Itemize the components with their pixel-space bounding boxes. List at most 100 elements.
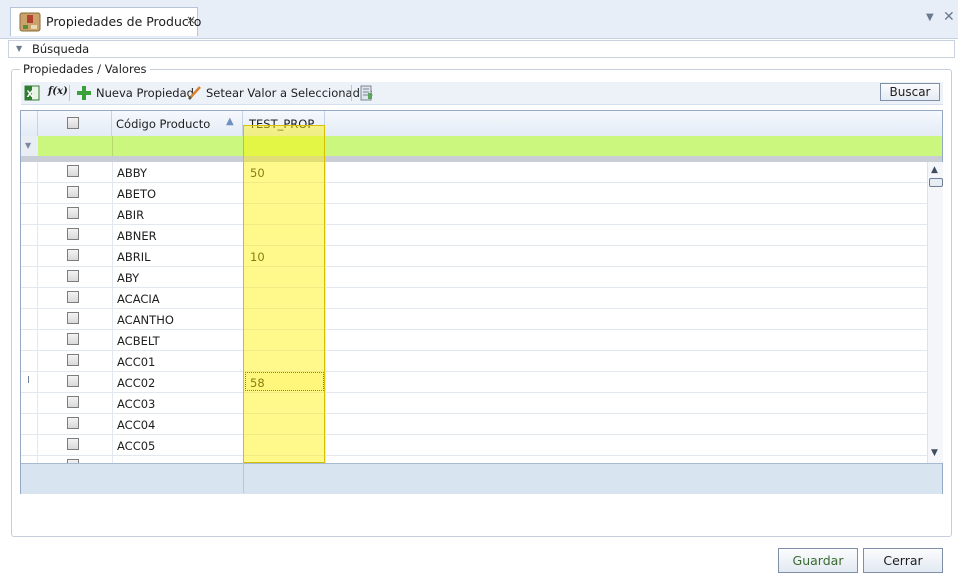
product-code: ACACIA	[117, 292, 160, 306]
product-code: ACC04	[117, 418, 156, 432]
row-indicator	[21, 204, 38, 225]
row-checkbox[interactable]	[67, 375, 79, 387]
text-cursor-icon: I	[27, 375, 30, 386]
tab-menu-dropdown-icon[interactable]: ▼	[926, 12, 934, 23]
product-code: ABIR	[117, 208, 145, 222]
table-row[interactable]: ABBY 50	[21, 162, 927, 183]
toolbar-separator	[351, 85, 352, 101]
row-indicator	[21, 330, 38, 351]
pencil-icon[interactable]	[187, 85, 203, 101]
table-row[interactable]: ABRIL 10	[21, 246, 927, 267]
filter-icon: ▼	[25, 141, 32, 150]
row-indicator	[21, 393, 38, 414]
group-label: Propiedades / Valores	[20, 62, 150, 76]
row-checkbox[interactable]	[67, 333, 79, 345]
product-box-icon	[19, 12, 41, 32]
buscar-button[interactable]: Buscar	[880, 83, 940, 101]
toolbar: X f(x) Nueva Propiedad Setear Valor a Se…	[21, 82, 943, 105]
product-code: ACC03	[117, 397, 156, 411]
test-prop-edit-input[interactable]: 58	[245, 372, 324, 391]
row-indicator	[21, 288, 38, 309]
row-indicator	[21, 183, 38, 204]
busqueda-label: Búsqueda	[32, 42, 90, 56]
table-row[interactable]: ACC05	[21, 435, 927, 456]
product-code: ACC02	[117, 376, 156, 390]
table-row[interactable]: ACC03	[21, 393, 927, 414]
excel-icon[interactable]: X	[24, 85, 40, 101]
table-row[interactable]: ACANTHO	[21, 309, 927, 330]
table-row-editing[interactable]: I ACC02	[21, 372, 927, 393]
cerrar-button[interactable]: Cerrar	[863, 548, 943, 573]
row-checkbox[interactable]	[67, 354, 79, 366]
test-prop-value[interactable]: 50	[250, 166, 265, 180]
row-indicator	[21, 225, 38, 246]
row-checkbox[interactable]	[67, 165, 79, 177]
nueva-propiedad-button[interactable]: Nueva Propiedad	[96, 86, 194, 100]
header-test-prop[interactable]: TEST_PROP	[243, 111, 325, 136]
row-checkbox[interactable]	[67, 396, 79, 408]
row-checkbox[interactable]	[67, 417, 79, 429]
row-indicator	[21, 351, 38, 372]
row-checkbox[interactable]	[67, 291, 79, 303]
row-indicator	[21, 162, 38, 183]
header-test-prop-label: TEST_PROP	[249, 117, 315, 131]
table-row[interactable]: ABIR	[21, 204, 927, 225]
tab-strip: Propiedades de Producto × ▼ ✕	[0, 0, 958, 39]
table-row[interactable]: ABNER	[21, 225, 927, 246]
grid-body: ABBY 50 ABETO ABIR ABNER ABRIL 10 ABY AC…	[21, 162, 927, 463]
row-checkbox[interactable]	[67, 249, 79, 261]
formula-icon[interactable]: f(x)	[48, 86, 68, 97]
product-code: ABY	[117, 271, 140, 285]
product-code: ABETO	[117, 187, 157, 201]
row-indicator	[21, 456, 38, 463]
row-indicator	[21, 435, 38, 456]
table-row-partial[interactable]	[21, 456, 927, 463]
header-codigo-producto[interactable]: Código Producto ▲	[112, 111, 243, 136]
row-checkbox[interactable]	[67, 228, 79, 240]
test-prop-value[interactable]: 10	[250, 250, 265, 264]
expand-arrow-icon[interactable]: ▼	[16, 44, 22, 53]
scroll-down-icon[interactable]: ▼	[931, 448, 938, 458]
table-row[interactable]: ACC04	[21, 414, 927, 435]
row-indicator	[21, 414, 38, 435]
header-select-all	[38, 111, 112, 136]
row-checkbox[interactable]	[67, 207, 79, 219]
window-close-icon[interactable]: ✕	[943, 9, 955, 25]
row-indicator: I	[21, 372, 38, 393]
grid-footer	[21, 463, 942, 494]
scroll-up-icon[interactable]: ▲	[931, 165, 938, 175]
scroll-thumb[interactable]	[929, 178, 943, 187]
header-codigo-label: Código Producto	[116, 117, 211, 131]
filter-divider	[243, 136, 244, 156]
product-code: ACANTHO	[117, 313, 174, 327]
svg-text:X: X	[27, 90, 34, 100]
product-code: ABNER	[117, 229, 157, 243]
row-checkbox[interactable]	[67, 186, 79, 198]
table-row[interactable]: ABY	[21, 267, 927, 288]
row-checkbox[interactable]	[67, 438, 79, 450]
table-row[interactable]: ACC01	[21, 351, 927, 372]
product-code: ABRIL	[117, 250, 151, 264]
table-row[interactable]: ACBELT	[21, 330, 927, 351]
product-code: ACC05	[117, 439, 156, 453]
filter-divider	[112, 136, 113, 156]
vertical-scrollbar[interactable]: ▲ ▼	[927, 162, 943, 463]
column-chooser-icon[interactable]	[358, 85, 374, 101]
table-row[interactable]: ACACIA	[21, 288, 927, 309]
filter-row[interactable]	[21, 136, 942, 156]
tab-propiedades-producto[interactable]: Propiedades de Producto ×	[10, 7, 202, 36]
sort-ascending-icon: ▲	[226, 116, 234, 127]
table-row[interactable]: ABETO	[21, 183, 927, 204]
properties-grid: Código Producto ▲ TEST_PROP ▼ ABBY 50 AB…	[20, 110, 943, 494]
product-code: ACBELT	[117, 334, 160, 348]
tab-title: Propiedades de Producto	[46, 14, 202, 29]
setear-valor-button[interactable]: Setear Valor a Seleccionadas	[206, 86, 373, 100]
row-checkbox[interactable]	[67, 312, 79, 324]
busqueda-panel-header[interactable]: ▼ Búsqueda	[8, 40, 955, 58]
select-all-checkbox[interactable]	[67, 117, 79, 129]
guardar-button[interactable]: Guardar	[778, 548, 858, 573]
plus-icon[interactable]	[76, 85, 92, 101]
row-checkbox[interactable]	[67, 270, 79, 282]
row-indicator	[21, 309, 38, 330]
tab-close-icon[interactable]: ×	[186, 13, 196, 27]
